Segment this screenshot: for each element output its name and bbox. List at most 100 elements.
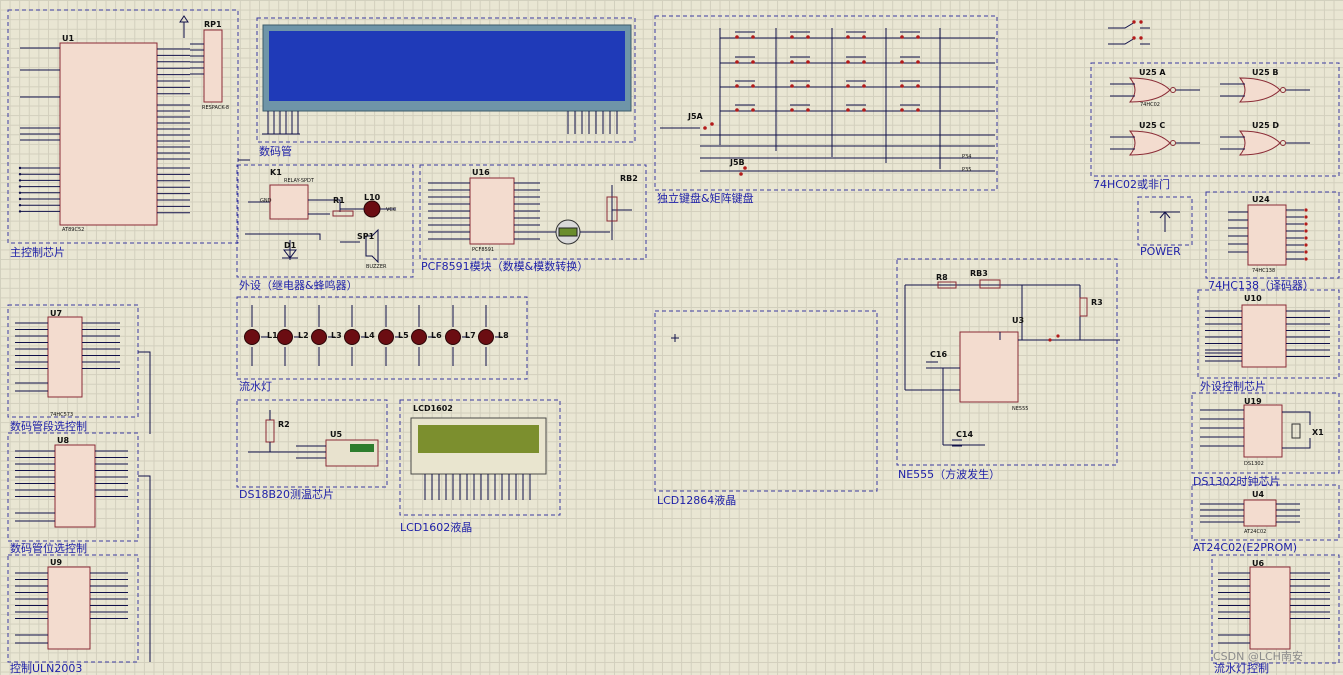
u8-chip	[54, 444, 96, 528]
label-ds18b20: DS18B20测温芯片	[239, 488, 334, 501]
at24c02-chip	[1243, 499, 1277, 527]
ref-u19: U19	[1244, 397, 1262, 406]
part-respack: RESPACK-8	[202, 105, 230, 111]
label-nor: 74HC02或非门	[1093, 178, 1170, 191]
ref-u16: U16	[472, 168, 490, 177]
label-seg: 数码管	[259, 145, 292, 158]
ref-j5b: J5B	[730, 158, 745, 167]
part-latch: 74HC573	[50, 412, 74, 418]
led-2	[277, 329, 293, 345]
label-leds: 流水灯	[239, 380, 272, 393]
label-ds1302: DS1302时钟芯片	[1193, 475, 1281, 488]
label-at24: AT24C02(E2PROM)	[1193, 541, 1298, 554]
ref-r8: R8	[936, 273, 948, 282]
ref-rp1: RP1	[204, 20, 222, 29]
u10-chip	[1241, 304, 1287, 368]
led-l10	[363, 200, 381, 218]
watermark: CSDN @LCH南安	[1213, 650, 1303, 663]
led-6	[411, 329, 427, 345]
u7-chip	[47, 316, 83, 398]
part-ne555: NE555	[1012, 406, 1029, 412]
led-5	[378, 329, 394, 345]
led-label-3: L3	[331, 331, 342, 340]
net-p35: P35	[962, 167, 972, 173]
part-pcf: PCF8591	[472, 247, 495, 253]
ref-c14: C14	[956, 430, 974, 439]
led-label-7: L7	[465, 331, 476, 340]
label-keys: 独立键盘&矩阵键盘	[657, 192, 754, 205]
ref-u25b: U25 B	[1252, 68, 1279, 77]
ref-r1: R1	[333, 196, 345, 205]
part-hc02: 74HC02	[1140, 102, 1160, 108]
label-uln: 控制ULN2003	[10, 662, 83, 675]
net-vcc: VCC	[386, 207, 397, 213]
label-lcd12864: LCD12864液晶	[657, 494, 737, 507]
frame-lcd12864	[654, 310, 878, 492]
ref-u6: U6	[1252, 559, 1265, 568]
ref-u10: U10	[1244, 294, 1262, 303]
led-8	[478, 329, 494, 345]
ds18b20-chip	[325, 439, 379, 467]
part-relay: RELAY-SPDT	[284, 178, 314, 184]
label-periph: 外设（继电器&蜂鸣器）	[239, 279, 358, 292]
label-ledctl: 流水灯控制	[1214, 662, 1269, 675]
ref-sp1: SP1	[357, 232, 375, 241]
part-hc138: 74HC138	[1252, 268, 1276, 274]
led-1	[244, 329, 260, 345]
led-label-2: L2	[298, 331, 309, 340]
relay-chip	[269, 184, 309, 220]
ne555-chip	[959, 331, 1019, 403]
led-4	[344, 329, 360, 345]
mcu-chip	[59, 42, 158, 226]
net-p34: P34	[962, 154, 972, 160]
led-label-4: L4	[364, 331, 375, 340]
ref-rb3: RB3	[970, 269, 988, 278]
ref-u25a: U25 A	[1139, 68, 1166, 77]
led-label-1: L1	[267, 331, 278, 340]
ref-u8: U8	[57, 436, 70, 445]
label-pcf: PCF8591模块（数模&模数转换）	[421, 260, 589, 273]
respack-chip	[203, 29, 223, 103]
ref-u25d: U25 D	[1252, 121, 1280, 130]
ref-k1: K1	[270, 168, 282, 177]
ref-l10: L10	[364, 193, 381, 202]
ref-u5: U5	[330, 430, 343, 439]
frame-keys	[654, 15, 998, 191]
led-7	[445, 329, 461, 345]
segment-display-screen	[269, 31, 625, 101]
ref-u9: U9	[50, 558, 63, 567]
ref-lcd1602: LCD1602	[413, 404, 453, 413]
label-periphctl: 外设控制芯片	[1200, 380, 1266, 393]
led-label-6: L6	[431, 331, 442, 340]
ref-d1: D1	[284, 241, 297, 250]
label-hc138: 74HC138（译码器）	[1208, 279, 1314, 292]
led-label-8: L8	[498, 331, 509, 340]
label-segsel: 数码管段选控制	[10, 420, 87, 433]
part-buzzer: BUZZER	[366, 264, 387, 270]
frame-nor	[1090, 62, 1340, 177]
label-power: POWER	[1140, 245, 1181, 258]
ref-rb2: RB2	[620, 174, 638, 183]
pcf8591-chip	[469, 177, 515, 245]
led-3	[311, 329, 327, 345]
ref-r3: R3	[1091, 298, 1103, 307]
net-gnd: GND	[260, 198, 272, 204]
frame-periph	[236, 164, 414, 278]
ref-u25c: U25 C	[1139, 121, 1166, 130]
ref-u4: U4	[1252, 490, 1265, 499]
ref-u1: U1	[62, 34, 75, 43]
led-label-5: L5	[398, 331, 409, 340]
lcd1602-screen	[418, 425, 539, 453]
label-ne555: NE555（方波发生）	[898, 468, 1001, 481]
part-at24: AT24C02	[1244, 529, 1267, 535]
ds1302-chip	[1243, 404, 1283, 458]
ref-u3: U3	[1012, 316, 1025, 325]
u9-chip	[47, 566, 91, 650]
part-mcu: AT89C52	[62, 227, 85, 233]
hc138-chip	[1247, 204, 1287, 266]
ref-x1: X1	[1312, 428, 1324, 437]
part-ds1302: DS1302	[1244, 461, 1264, 467]
label-lcd1602: LCD1602液晶	[400, 521, 473, 534]
ref-u7: U7	[50, 309, 63, 318]
u6-chip	[1249, 566, 1291, 650]
